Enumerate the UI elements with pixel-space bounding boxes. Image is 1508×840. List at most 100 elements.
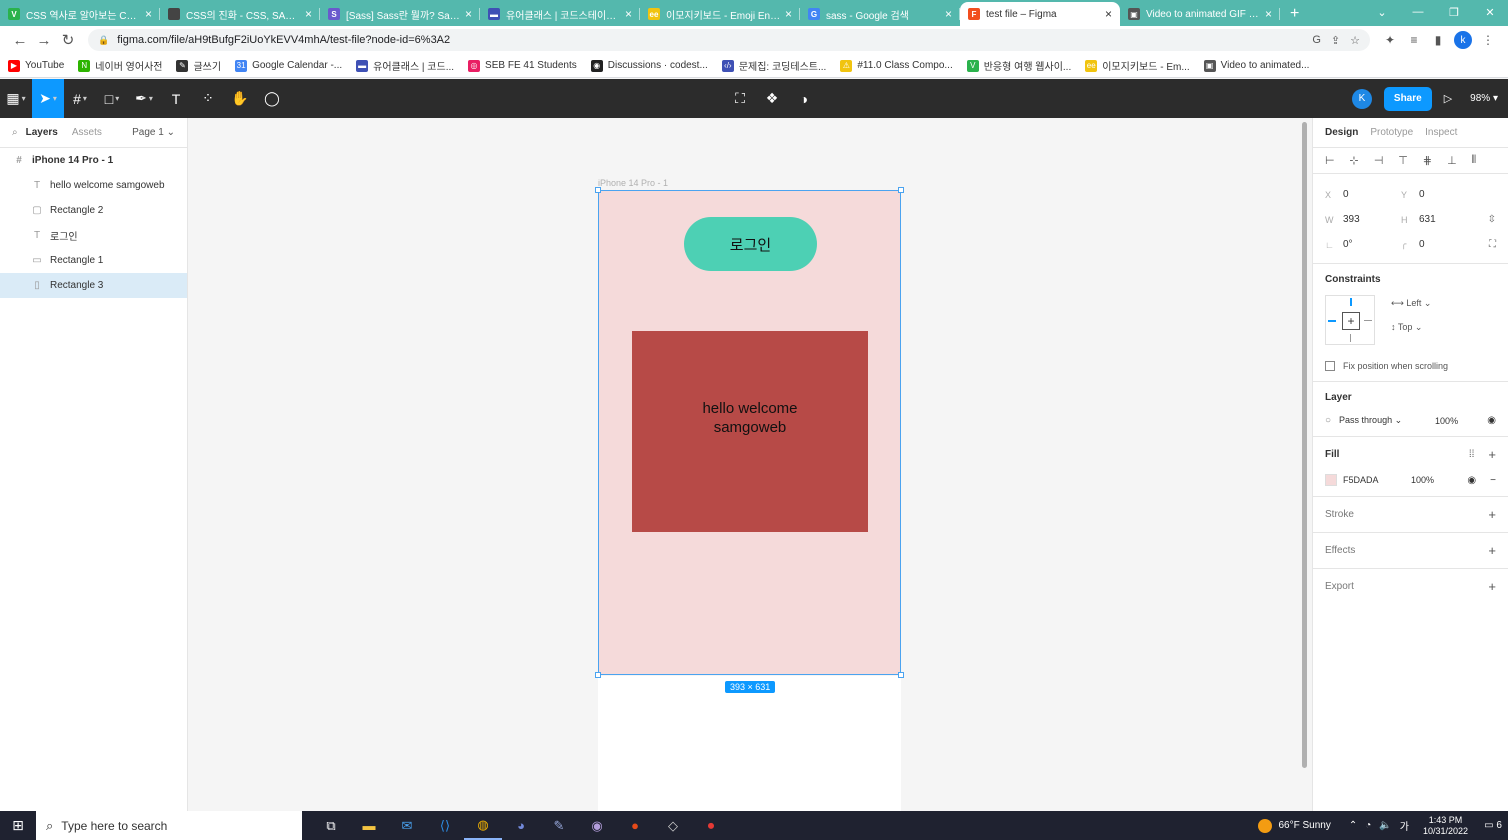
close-tab-icon[interactable]: × bbox=[1105, 7, 1112, 21]
resize-handle-bl[interactable] bbox=[595, 672, 601, 678]
remove-fill-minus-icon[interactable]: − bbox=[1490, 475, 1496, 486]
discord-icon[interactable]: ◕ bbox=[502, 811, 540, 840]
file-explorer-icon[interactable]: ▬ bbox=[350, 811, 388, 840]
layer-item[interactable]: ▯ Rectangle 3 bbox=[0, 273, 187, 298]
close-tab-icon[interactable]: × bbox=[145, 7, 152, 21]
recorder-icon[interactable]: ⏺ bbox=[692, 811, 730, 840]
reload-icon[interactable]: ↻ bbox=[56, 28, 80, 52]
eye-icon[interactable]: ◉ bbox=[1487, 415, 1496, 426]
extensions-puzzle-icon[interactable]: ✦ bbox=[1378, 28, 1402, 52]
align-top-icon[interactable]: ⊤ bbox=[1398, 154, 1422, 167]
move-tool-icon[interactable]: ➤ ▾ bbox=[32, 79, 64, 118]
browser-tab[interactable]: V CSS 역사로 알아보는 CSS... × bbox=[0, 2, 160, 26]
tab-assets[interactable]: Assets bbox=[72, 127, 102, 138]
independent-corners-icon[interactable]: ⛶ bbox=[1489, 239, 1496, 250]
notification-center-icon[interactable]: ▭ 6 bbox=[1478, 820, 1508, 831]
fix-position-row[interactable]: Fix position when scrolling bbox=[1325, 361, 1496, 371]
constraint-widget[interactable]: + bbox=[1325, 295, 1375, 345]
text-tool-icon[interactable]: T bbox=[160, 79, 192, 118]
tab-search-chevron-icon[interactable]: ⌄ bbox=[1364, 0, 1400, 24]
add-export-plus-icon[interactable]: + bbox=[1488, 579, 1496, 594]
layer-item[interactable]: Thello welcome samgoweb bbox=[0, 173, 187, 198]
layer-item[interactable]: ▭ Rectangle 1 bbox=[0, 248, 187, 273]
bookmark-item[interactable]: ee 이모지키보드 - Em... bbox=[1085, 58, 1190, 73]
close-tab-icon[interactable]: × bbox=[945, 7, 952, 21]
main-menu-icon[interactable]: ▦ ▾ bbox=[0, 79, 32, 118]
minimize-icon[interactable]: — bbox=[1400, 0, 1436, 24]
bookmark-item[interactable]: ▬ 유어클래스 | 코드... bbox=[356, 58, 454, 73]
canvas-scrollbar[interactable] bbox=[1302, 122, 1307, 768]
add-stroke-plus-icon[interactable]: + bbox=[1488, 507, 1496, 522]
horizontal-constraint-dropdown[interactable]: ⟷ Left ⌄ bbox=[1391, 298, 1431, 309]
blend-dropdown[interactable]: Pass through ⌄ bbox=[1339, 415, 1435, 426]
resources-icon[interactable]: ⁘ bbox=[192, 79, 224, 118]
bookmark-item[interactable]: V 반응형 여행 웹사이... bbox=[966, 58, 1071, 73]
resize-handle-br[interactable] bbox=[898, 672, 904, 678]
resize-handle-tl[interactable] bbox=[595, 187, 601, 193]
align-right-icon[interactable]: ⊣ bbox=[1374, 154, 1398, 167]
comment-tool-icon[interactable]: ◯ bbox=[256, 79, 288, 118]
back-arrow-icon[interactable]: ← bbox=[8, 28, 32, 52]
side-panel-icon[interactable]: ▮ bbox=[1426, 28, 1450, 52]
bookmark-item[interactable]: N 네이버 영어사전 bbox=[78, 58, 162, 73]
hand-tool-icon[interactable]: ✋ bbox=[224, 79, 256, 118]
close-tab-icon[interactable]: × bbox=[1265, 7, 1272, 21]
layer-item[interactable]: T 로그인 bbox=[0, 223, 187, 248]
notepad-icon[interactable]: ✎ bbox=[540, 811, 578, 840]
search-icon[interactable]: ⌕ bbox=[12, 127, 18, 138]
restore-icon[interactable]: ❐ bbox=[1436, 0, 1472, 24]
fix-position-checkbox[interactable] bbox=[1325, 361, 1335, 371]
fill-eye-icon[interactable]: ◉ bbox=[1467, 475, 1476, 486]
w-field[interactable]: 393 bbox=[1343, 214, 1401, 225]
weather-text[interactable]: 66°F Sunny bbox=[1278, 820, 1330, 831]
red-rectangle[interactable]: hello welcome samgoweb bbox=[632, 331, 868, 532]
new-tab-plus-icon[interactable]: + bbox=[1280, 2, 1309, 26]
close-tab-icon[interactable]: × bbox=[785, 7, 792, 21]
close-window-icon[interactable]: ✕ bbox=[1472, 0, 1508, 24]
close-tab-icon[interactable]: × bbox=[305, 7, 312, 21]
vscode-icon[interactable]: ⟨⟩ bbox=[426, 811, 464, 840]
clock[interactable]: 1:43 PM 10/31/2022 bbox=[1423, 815, 1468, 837]
task-view-icon[interactable]: ⧉ bbox=[312, 811, 350, 840]
vertical-constraint-dropdown[interactable]: ↕ Top ⌄ bbox=[1391, 322, 1422, 333]
pen-tool-icon[interactable]: ✒ ▾ bbox=[128, 79, 160, 118]
constrain-proportions-icon[interactable]: ⇳ bbox=[1488, 214, 1496, 225]
fill-color-swatch[interactable] bbox=[1325, 474, 1337, 486]
windows-start-icon[interactable]: ⊞ bbox=[0, 811, 36, 840]
resize-handle-tr[interactable] bbox=[898, 187, 904, 193]
component-icon[interactable]: ❖ bbox=[756, 79, 788, 118]
forward-arrow-icon[interactable]: → bbox=[32, 28, 56, 52]
reading-list-icon[interactable]: ≡ bbox=[1402, 28, 1426, 52]
bookmark-item[interactable]: ‹/› 문제집: 코딩테스트... bbox=[721, 58, 826, 73]
gallery-icon[interactable]: ◇ bbox=[654, 811, 692, 840]
distribute-icon[interactable]: ⫴ bbox=[1472, 154, 1496, 167]
bookmark-item[interactable]: ◎ SEB FE 41 Students bbox=[468, 59, 577, 72]
bookmark-item[interactable]: ⚠ #11.0 Class Compo... bbox=[840, 59, 953, 72]
style-grid-icon[interactable]: ⁞⁞ bbox=[1469, 449, 1475, 460]
fill-opacity-field[interactable]: 100% bbox=[1411, 475, 1445, 485]
login-rectangle[interactable]: 로그인 bbox=[684, 217, 817, 271]
tray-chevron-icon[interactable]: ⌃ bbox=[1349, 820, 1357, 831]
bookmark-item[interactable]: 31 Google Calendar -... bbox=[235, 59, 342, 72]
align-middle-v-icon[interactable]: ⋕ bbox=[1423, 154, 1447, 167]
github-icon[interactable]: ◉ bbox=[578, 811, 616, 840]
language-indicator[interactable]: 가 bbox=[1400, 818, 1409, 833]
shape-tool-icon[interactable]: □ ▾ bbox=[96, 79, 128, 118]
taskbar-search-box[interactable]: ⌕ Type here to search bbox=[36, 811, 302, 840]
y-field[interactable]: 0 bbox=[1419, 189, 1477, 200]
radius-field[interactable]: 0 bbox=[1419, 239, 1477, 250]
tab-prototype[interactable]: Prototype bbox=[1370, 127, 1413, 138]
user-avatar[interactable]: K bbox=[1351, 88, 1372, 109]
bookmark-star-icon[interactable]: ☆ bbox=[1350, 34, 1360, 47]
crop-icon[interactable]: ⛶ bbox=[724, 79, 756, 118]
close-tab-icon[interactable]: × bbox=[465, 7, 472, 21]
layer-opacity[interactable]: 100% bbox=[1435, 416, 1469, 426]
rotation-field[interactable]: 0° bbox=[1343, 239, 1401, 250]
tab-design[interactable]: Design bbox=[1325, 127, 1358, 138]
tab-inspect[interactable]: Inspect bbox=[1425, 127, 1457, 138]
share-button[interactable]: Share bbox=[1383, 86, 1432, 111]
browser-tab[interactable]: ee 이모지키보드 - Emoji Engi... × bbox=[640, 2, 800, 26]
align-bottom-icon[interactable]: ⊥ bbox=[1447, 154, 1471, 167]
bookmark-item[interactable]: ◉ Discussions · codest... bbox=[590, 59, 708, 72]
add-fill-plus-icon[interactable]: + bbox=[1488, 447, 1496, 462]
